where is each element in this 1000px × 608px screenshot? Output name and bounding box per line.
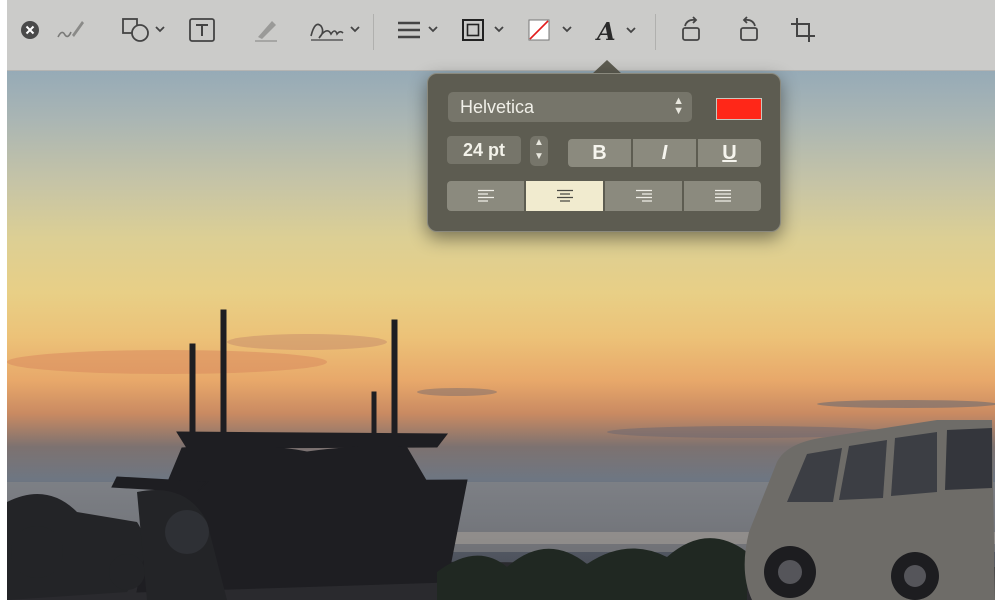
align-left-button[interactable] bbox=[447, 181, 524, 211]
align-center-button[interactable] bbox=[526, 181, 603, 211]
text-color-swatch[interactable] bbox=[716, 98, 762, 120]
toolbar-separator bbox=[655, 14, 656, 50]
toolbar-separator bbox=[373, 14, 374, 50]
text-style-popover: Helvetica ▲ ▼ 24 pt ▲ ▼ B I U bbox=[427, 73, 781, 232]
font-family-select[interactable]: Helvetica ▲ ▼ bbox=[448, 92, 692, 122]
bold-button[interactable]: B bbox=[568, 139, 631, 167]
text-box-icon[interactable] bbox=[187, 12, 217, 48]
highlight-icon[interactable] bbox=[251, 12, 281, 48]
rotate-left-icon[interactable] bbox=[731, 12, 765, 48]
markup-toolbar: A bbox=[7, 0, 995, 71]
line-style-icon[interactable] bbox=[395, 12, 445, 48]
fill-color-icon[interactable] bbox=[527, 12, 579, 48]
rotate-right-icon[interactable] bbox=[675, 12, 709, 48]
font-size-field[interactable]: 24 pt bbox=[447, 136, 521, 164]
sketch-icon[interactable] bbox=[53, 12, 89, 48]
align-justify-button[interactable] bbox=[684, 181, 761, 211]
shapes-icon[interactable] bbox=[119, 12, 171, 48]
align-left-icon bbox=[477, 189, 494, 202]
font-family-value: Helvetica bbox=[460, 97, 535, 117]
text-style-icon[interactable]: A bbox=[595, 12, 647, 48]
font-size-stepper[interactable]: ▲ ▼ bbox=[530, 136, 548, 166]
underline-button[interactable]: U bbox=[698, 139, 761, 167]
align-right-icon bbox=[635, 189, 652, 202]
signature-icon[interactable] bbox=[307, 12, 365, 48]
align-justify-icon bbox=[714, 189, 731, 202]
svg-text:A: A bbox=[595, 17, 616, 44]
close-icon[interactable] bbox=[17, 12, 43, 48]
chevron-up-down-icon: ▲ ▼ bbox=[673, 95, 684, 117]
crop-icon[interactable] bbox=[787, 12, 821, 48]
align-center-icon bbox=[556, 189, 573, 202]
align-right-button[interactable] bbox=[605, 181, 682, 211]
border-color-icon[interactable] bbox=[461, 12, 511, 48]
popover-arrow bbox=[592, 60, 622, 74]
italic-button[interactable]: I bbox=[633, 139, 696, 167]
